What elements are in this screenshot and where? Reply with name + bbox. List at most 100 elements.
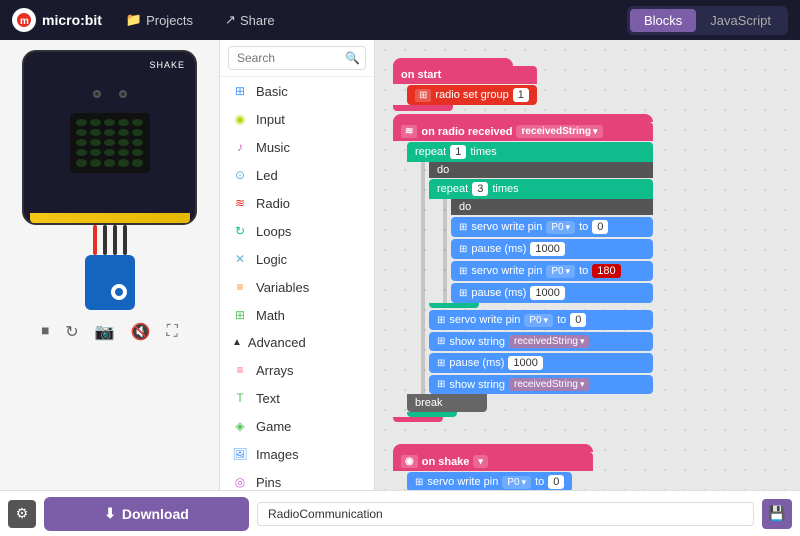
led-2-2 <box>104 139 115 146</box>
on-shake-group: ◉ on shake ⊞ servo write pin P0 to 0 <box>393 440 593 490</box>
toolbox-item-music[interactable]: ♪Music <box>220 133 374 161</box>
workspace-inner: on start ⊞ radio set group 1 <box>385 50 800 490</box>
share-button[interactable]: ↗ Share <box>217 8 283 32</box>
repeat-label: repeat <box>415 146 446 158</box>
toolbox-item-pins[interactable]: ◎Pins <box>220 468 374 490</box>
received-string-2[interactable]: receivedString <box>509 378 589 391</box>
led-4-4 <box>132 159 143 166</box>
radio-icon: ≋ <box>232 195 248 211</box>
toolbox: 🔍 ⊞Basic◉Input♪Music⊙Led≋Radio↻Loops✕Log… <box>220 40 375 490</box>
projects-button[interactable]: 📁 Projects <box>118 8 201 32</box>
blocks-workspace[interactable]: on start ⊞ radio set group 1 <box>375 40 800 490</box>
cable-area <box>8 225 211 310</box>
led-0-2 <box>104 119 115 126</box>
save-icon: 💾 <box>768 505 785 522</box>
toolbox-item-loops[interactable]: ↻Loops <box>220 217 374 245</box>
connected-device <box>85 255 135 310</box>
screenshot-button[interactable]: 📷 <box>91 318 119 346</box>
stop-button[interactable]: ⏹ <box>37 319 53 345</box>
led-3-2 <box>104 149 115 156</box>
main-area: SHAKE <box>0 40 800 490</box>
led-4-1 <box>90 159 101 166</box>
received-string-dropdown[interactable]: receivedString <box>516 125 602 138</box>
led-1-4 <box>132 129 143 136</box>
toolbox-item-game[interactable]: ◈ Game <box>220 412 374 440</box>
shake-label: SHAKE <box>149 60 185 70</box>
led-1-1 <box>90 129 101 136</box>
received-string-1[interactable]: receivedString <box>509 335 589 348</box>
on-start-block[interactable]: on start ⊞ radio set group 1 <box>393 58 537 111</box>
mute-button[interactable]: 🔇 <box>127 318 155 346</box>
led-4-0 <box>76 159 87 166</box>
led-4-2 <box>104 159 115 166</box>
images-icon: 🖼 <box>232 446 248 462</box>
on-shake-block[interactable]: ◉ on shake ⊞ servo write pin P0 to 0 <box>393 444 593 490</box>
toolbox-label: Math <box>256 308 285 323</box>
toolbox-label: Text <box>256 391 280 406</box>
download-button[interactable]: ⬇ Download <box>44 497 249 531</box>
header: m micro:bit 📁 Projects ↗ Share Blocks Ja… <box>0 0 800 40</box>
search-box: 🔍 <box>220 40 374 77</box>
toolbox-label: Variables <box>256 280 309 295</box>
project-name-input[interactable] <box>257 502 754 526</box>
toolbox-item-arrays[interactable]: ≡Arrays <box>220 356 374 384</box>
toolbox-label: Loops <box>256 224 291 239</box>
led-0-4 <box>132 119 143 126</box>
save-icon-button[interactable]: 💾 <box>762 499 792 529</box>
javascript-tab[interactable]: JavaScript <box>696 9 785 32</box>
pause-3-label: pause (ms) <box>449 357 504 369</box>
toolbox-item-variables[interactable]: ≡Variables <box>220 273 374 301</box>
game-icon: ◈ <box>232 418 248 434</box>
led-2-1 <box>90 139 101 146</box>
group-value: 1 <box>513 88 529 102</box>
text-icon: T <box>232 390 248 406</box>
toolbox-item-radio[interactable]: ≋Radio <box>220 189 374 217</box>
download-label: Download <box>122 506 189 522</box>
led-1-0 <box>76 129 87 136</box>
toolbox-item-input[interactable]: ◉Input <box>220 105 374 133</box>
logo: m micro:bit <box>12 8 102 32</box>
toolbox-item-logic[interactable]: ✕Logic <box>220 245 374 273</box>
shake-dropdown[interactable] <box>473 455 488 468</box>
servo-write-2-label: servo write pin <box>471 265 542 277</box>
basic-icon: ⊞ <box>232 83 248 99</box>
toolbox-item-led[interactable]: ⊙Led <box>220 161 374 189</box>
cable-black2 <box>113 225 117 255</box>
left-eye <box>93 90 101 98</box>
toolbox-item-text[interactable]: T Text <box>220 384 374 412</box>
toolbox-item-images[interactable]: 🖼 Images <box>220 440 374 468</box>
led-2-0 <box>76 139 87 146</box>
on-radio-received-outer[interactable]: ≋ on radio received receivedString repea… <box>393 114 653 422</box>
led-3-0 <box>76 149 87 156</box>
servo-write-3-label: servo write pin <box>449 314 520 326</box>
pause-3-val: 1000 <box>508 356 542 370</box>
pin-p0-3[interactable]: P0 <box>524 314 553 327</box>
settings-button[interactable]: ⚙ <box>8 500 36 528</box>
toolbox-items: ⊞Basic◉Input♪Music⊙Led≋Radio↻Loops✕Logic… <box>220 77 374 490</box>
pause-1-label: pause (ms) <box>471 243 526 255</box>
toolbox-label: Images <box>256 447 299 462</box>
restart-button[interactable]: ↻ <box>61 318 82 346</box>
toolbox-item-math[interactable]: ⊞Math <box>220 301 374 329</box>
share-icon: ↗ <box>225 12 236 28</box>
pin-strip <box>30 213 190 223</box>
sim-controls: ⏹ ↻ 📷 🔇 ⛶ <box>37 318 181 346</box>
servo-shake-val: 0 <box>548 475 564 489</box>
blocks-tab[interactable]: Blocks <box>630 9 696 32</box>
pin-p0-1[interactable]: P0 <box>546 221 575 234</box>
download-icon: ⬇ <box>104 505 116 522</box>
pin-p0-2[interactable]: P0 <box>546 265 575 278</box>
pin-p0-shake[interactable]: P0 <box>502 476 531 489</box>
toolbox-label: Game <box>256 419 291 434</box>
cable-black3 <box>123 225 127 255</box>
view-tab-group: Blocks JavaScript <box>627 6 788 35</box>
on-radio-received-group: ≋ on radio received receivedString repea… <box>393 110 653 422</box>
led-3-1 <box>90 149 101 156</box>
servo-val-0b: 0 <box>570 313 586 327</box>
chevron-icon: ▲ <box>232 337 242 348</box>
face-eyes <box>93 90 127 98</box>
fullscreen-button[interactable]: ⛶ <box>163 319 182 345</box>
advanced-header[interactable]: ▲Advanced <box>220 329 374 356</box>
do-label: do <box>437 164 449 176</box>
toolbox-item-basic[interactable]: ⊞Basic <box>220 77 374 105</box>
